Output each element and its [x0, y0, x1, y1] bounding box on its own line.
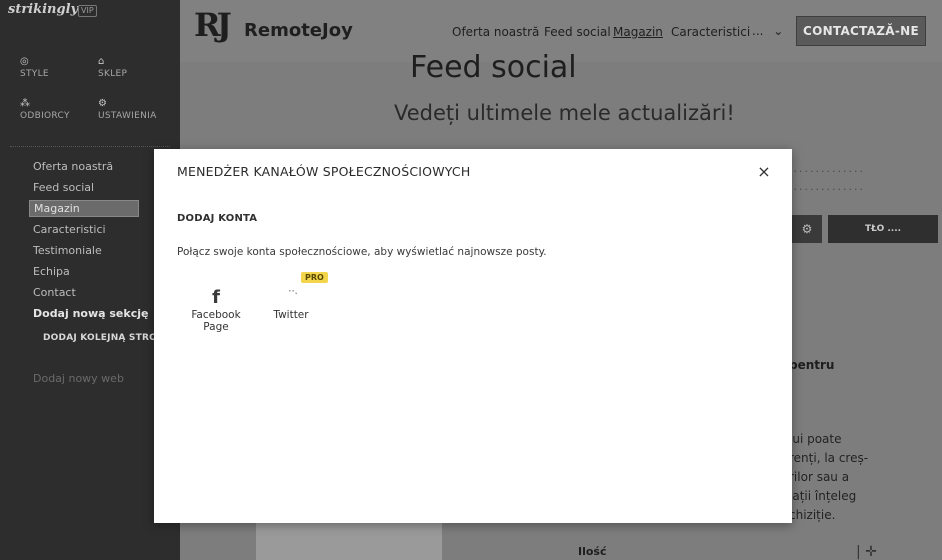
sidebar-item-oferta[interactable]: Oferta noastră [33, 160, 113, 173]
site-paragraph-line: chiziție. [789, 508, 836, 522]
tool-settings-label: USTAWIENIA [98, 111, 157, 121]
sidebar-divider [10, 146, 170, 147]
add-page-button[interactable]: DODAJ KOLEJNĄ STRONĘ [43, 333, 171, 343]
site-logo-mark: RJ [194, 6, 232, 44]
brand-logo[interactable]: strikingly [8, 2, 78, 17]
site-paragraph-line: iații înțeleg [789, 489, 857, 503]
settings-icon: ⚙ [98, 98, 108, 109]
shop-icon: ⌂ [98, 56, 105, 67]
twitter-label: Twitter [273, 309, 309, 321]
sidebar-item-feed-social[interactable]: Feed social [33, 181, 94, 194]
editor-sidebar: strikingly VIP ◎ STYLE ⌂ SKLEP ⁂ ODBIORC… [0, 0, 180, 560]
add-accounts-heading: DODAJ KONTA [177, 213, 258, 224]
sidebar-item-testimoniale[interactable]: Testimoniale [33, 244, 102, 257]
contact-cta-button[interactable]: CONTACTAZĂ-NE [796, 16, 926, 46]
site-logo-text: RemoteJoy [244, 20, 353, 41]
social-feed-manager-modal: MENEDŻER KANAŁÓW SPOŁECZNOŚCIOWYCH × DOD… [154, 149, 792, 523]
product-image [256, 520, 442, 560]
add-accounts-description: Połącz swoje konta społecznościowe, aby … [177, 246, 547, 258]
tool-style-label: STYLE [20, 69, 49, 79]
sidebar-item-contact[interactable]: Contact [33, 286, 76, 299]
dotted-divider: ·············· [788, 183, 865, 196]
site-nav-more[interactable]: ... ⌄ [752, 24, 783, 38]
site-heading-fragment: pentru [789, 358, 835, 372]
add-section-button[interactable]: Dodaj nową sekcję [33, 307, 148, 320]
site-nav-oferta[interactable]: Oferta noastră [452, 25, 539, 39]
sidebar-item-caracteristici[interactable]: Caracteristici [33, 223, 106, 236]
tool-shop-label: SKLEP [98, 69, 128, 79]
palette-icon: ◎ [20, 56, 30, 67]
plus-icon[interactable]: | ✛ [856, 544, 877, 560]
twitter-account-button[interactable]: ⠐⠢ Twitter [256, 287, 326, 321]
tool-style[interactable]: ◎ STYLE [20, 56, 49, 79]
tool-audience[interactable]: ⁂ ODBIORCY [20, 98, 70, 121]
gear-icon: ⚙ [801, 222, 813, 236]
site-nav-feed-social[interactable]: Feed social [544, 25, 611, 39]
sidebar-item-echipa[interactable]: Echipa [33, 265, 70, 278]
pro-badge: PRO [301, 272, 328, 283]
tool-settings[interactable]: ⚙ USTAWIENIA [98, 98, 157, 121]
dotted-divider: ·············· [788, 165, 865, 178]
site-nav-caracteristici[interactable]: Caracteristici [671, 25, 750, 39]
sidebar-faded-item: Dodaj nowy web [33, 372, 124, 385]
facebook-icon: f [212, 287, 220, 308]
sidebar-item-magazin[interactable]: Magazin [29, 200, 139, 217]
quantity-label: Ilość [578, 545, 607, 558]
facebook-page-account-button[interactable]: f Facebook Page [181, 287, 251, 333]
section-subtitle: Vedeți ultimele mele actualizări! [394, 101, 735, 125]
background-button[interactable]: TŁO .... [828, 215, 938, 243]
site-nav-more-label: ... [752, 24, 764, 38]
audience-icon: ⁂ [20, 98, 31, 109]
site-paragraph-line: renți, la creș- [789, 451, 869, 465]
site-nav-magazin[interactable]: Magazin [613, 25, 663, 39]
chevron-down-icon: ⌄ [773, 24, 784, 38]
facebook-label-line1: Facebook [191, 309, 241, 321]
site-paragraph-line: rilor sau a [789, 470, 850, 484]
tool-shop[interactable]: ⌂ SKLEP [98, 56, 127, 79]
twitter-icon: ⠐⠢ [284, 287, 299, 298]
section-title: Feed social [410, 50, 577, 85]
section-settings-button[interactable]: ⚙ [792, 215, 822, 243]
site-paragraph-line: lui poate [789, 432, 842, 446]
facebook-label-line2: Page [203, 321, 229, 333]
modal-title: MENEDŻER KANAŁÓW SPOŁECZNOŚCIOWYCH [177, 164, 471, 179]
close-icon[interactable]: × [755, 163, 773, 181]
brand-badge: VIP [78, 5, 97, 17]
tool-audience-label: ODBIORCY [20, 111, 70, 121]
